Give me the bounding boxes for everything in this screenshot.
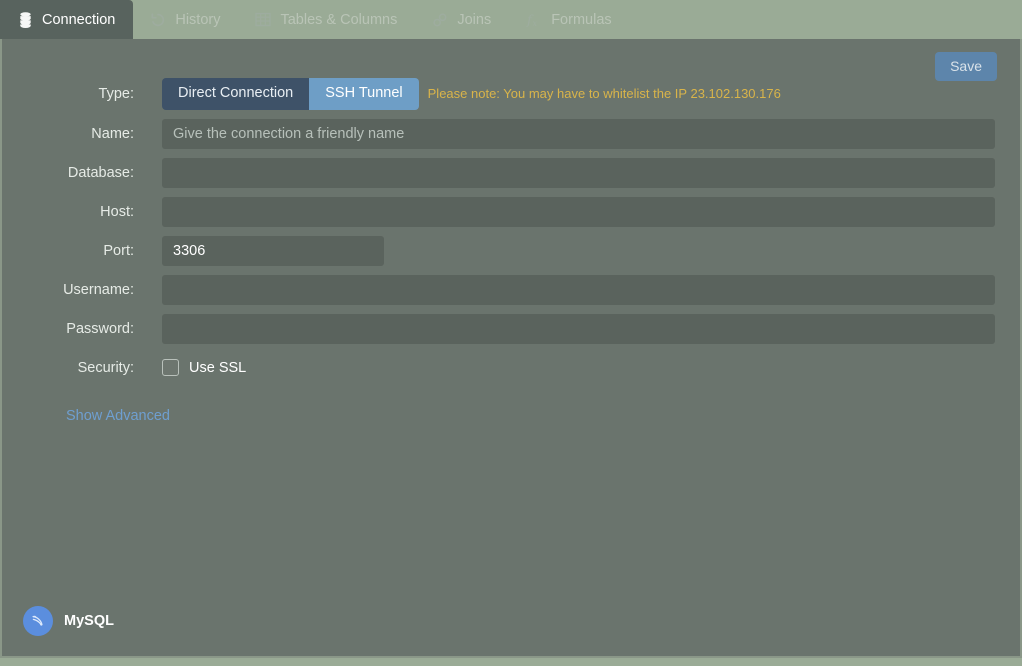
tab-tables-columns[interactable]: Tables & Columns <box>238 0 415 39</box>
tab-label: History <box>175 11 221 28</box>
svg-text:x: x <box>533 19 538 28</box>
connection-settings-window: Connection History Tables & Columns Join… <box>0 0 1022 666</box>
tab-label: Joins <box>457 11 492 28</box>
tab-bar: Connection History Tables & Columns Join… <box>0 0 1022 39</box>
form-row-database: Database: <box>2 157 1020 188</box>
use-ssl-checkbox[interactable] <box>162 359 179 376</box>
mysql-dolphin-icon <box>23 606 53 636</box>
brand-name: MySQL <box>64 613 114 629</box>
form-row-password: Password: <box>2 313 1020 344</box>
port-input[interactable] <box>162 235 384 266</box>
tab-label: Tables & Columns <box>280 11 398 28</box>
password-input[interactable] <box>162 313 995 344</box>
port-label: Port: <box>103 242 134 259</box>
form-row-username: Username: <box>2 274 1020 305</box>
connection-form: Type: Direct Connection SSH Tunnel Pleas… <box>2 78 1020 425</box>
form-row-type: Type: Direct Connection SSH Tunnel Pleas… <box>2 78 1020 110</box>
function-icon: f x <box>526 12 542 28</box>
host-input[interactable] <box>162 196 995 227</box>
database-label: Database: <box>67 164 134 181</box>
tab-label: Connection <box>42 11 116 28</box>
form-row-security: Security: Use SSL <box>2 353 1020 383</box>
tab-joins[interactable]: Joins <box>415 0 509 39</box>
connection-panel: Save Type: Direct Connection SSH Tunnel … <box>0 39 1022 658</box>
tab-formulas[interactable]: f x Formulas <box>509 0 629 39</box>
form-row-host: Host: <box>2 196 1020 227</box>
host-label: Host: <box>100 203 134 220</box>
database-icon <box>17 11 33 28</box>
name-label: Name: <box>91 125 134 142</box>
database-input[interactable] <box>162 157 995 188</box>
username-label: Username: <box>63 281 134 298</box>
tab-label: Formulas <box>551 11 612 28</box>
whitelist-note: Please note: You may have to whitelist t… <box>427 86 781 102</box>
form-row-name: Name: <box>2 118 1020 149</box>
history-icon <box>150 12 166 28</box>
save-button-container: Save <box>935 52 997 81</box>
tab-connection[interactable]: Connection <box>0 0 134 39</box>
tab-history[interactable]: History <box>133 0 238 39</box>
show-advanced-link[interactable]: Show Advanced <box>66 408 170 424</box>
use-ssl-label: Use SSL <box>189 359 247 376</box>
type-label: Type: <box>98 85 134 102</box>
link-icon <box>432 12 448 28</box>
save-button[interactable]: Save <box>935 52 997 81</box>
advanced-row: Show Advanced <box>2 407 1020 425</box>
security-label: Security: <box>77 359 134 376</box>
use-ssl-checkbox-group[interactable]: Use SSL <box>162 359 246 376</box>
username-input[interactable] <box>162 274 995 305</box>
password-label: Password: <box>66 320 134 337</box>
database-brand: MySQL <box>23 606 114 636</box>
connection-type-toggle[interactable]: Direct Connection SSH Tunnel <box>162 78 419 110</box>
segment-ssh-tunnel[interactable]: SSH Tunnel <box>309 78 419 110</box>
table-grid-icon <box>255 12 272 28</box>
name-input[interactable] <box>162 118 995 149</box>
form-row-port: Port: <box>2 235 1020 266</box>
segment-direct-connection[interactable]: Direct Connection <box>162 78 310 110</box>
